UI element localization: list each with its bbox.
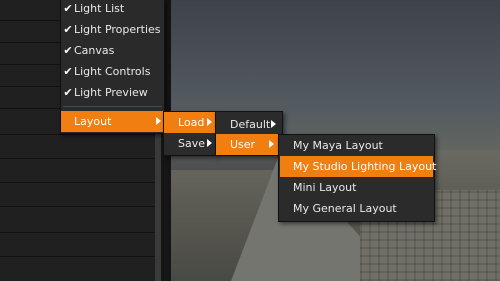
menu-item-user[interactable]: User	[216, 134, 279, 155]
menu-item-light-list[interactable]: ✔ Light List	[61, 0, 164, 19]
menu-item-label: Light List	[74, 2, 125, 15]
menu-item-label: My Maya Layout	[293, 139, 383, 152]
menu-item-label: My General Layout	[293, 202, 397, 215]
submenu-arrow-icon	[156, 117, 161, 125]
menu-item-label: Load	[178, 116, 205, 129]
menu-item-my-studio-lighting-layout[interactable]: My Studio Lighting Layout	[280, 156, 437, 177]
menu-item-label: Layout	[74, 115, 112, 128]
checkmark-icon: ✔	[63, 2, 73, 15]
checkmark-icon: ✔	[63, 86, 73, 99]
app-window: ✔ Light List ✔ Light Properties ✔ Canvas…	[0, 0, 500, 281]
menu-item-label: Default	[230, 118, 271, 131]
menu-item-mini-layout[interactable]: Mini Layout	[279, 177, 434, 198]
checkmark-icon: ✔	[63, 65, 73, 78]
menu-item-label: Canvas	[74, 44, 115, 57]
layout-submenu: Load Save	[163, 111, 217, 156]
submenu-arrow-icon	[207, 139, 212, 147]
menu-item-label: Light Controls	[74, 65, 151, 78]
menu-item-my-maya-layout[interactable]: My Maya Layout	[279, 135, 434, 156]
menu-item-canvas[interactable]: ✔ Canvas	[61, 40, 164, 61]
menu-item-label: Save	[178, 137, 206, 150]
grid-row	[0, 158, 155, 159]
load-submenu: Default User	[215, 111, 283, 156]
checkmark-icon: ✔	[63, 44, 73, 57]
window-menu: ✔ Light List ✔ Light Properties ✔ Canvas…	[60, 0, 165, 134]
menu-item-label: Mini Layout	[293, 181, 357, 194]
menu-item-label: User	[230, 138, 256, 151]
menu-item-label: My Studio Lighting Layout	[293, 160, 437, 173]
menu-item-light-properties[interactable]: ✔ Light Properties	[61, 19, 164, 40]
submenu-arrow-icon	[271, 120, 276, 128]
grid-row	[0, 206, 155, 207]
submenu-arrow-icon	[207, 118, 212, 126]
menu-item-layout[interactable]: Layout	[61, 111, 164, 132]
checkmark-icon: ✔	[63, 23, 73, 36]
grid-row	[0, 182, 155, 183]
menu-item-label: Light Preview	[74, 86, 148, 99]
menu-item-save[interactable]: Save	[164, 133, 216, 154]
menu-item-load[interactable]: Load	[164, 112, 216, 133]
grid-row	[0, 232, 155, 233]
menu-separator	[63, 106, 162, 107]
submenu-arrow-icon	[269, 140, 274, 148]
menu-item-light-controls[interactable]: ✔ Light Controls	[61, 61, 164, 82]
grid-row	[0, 134, 155, 135]
menu-item-default[interactable]: Default	[216, 114, 282, 135]
menu-item-light-preview[interactable]: ✔ Light Preview	[61, 82, 164, 103]
menu-item-my-general-layout[interactable]: My General Layout	[279, 198, 434, 219]
grid-row	[0, 256, 155, 257]
user-layouts-submenu: My Maya Layout My Studio Lighting Layout…	[278, 134, 437, 222]
menu-item-label: Light Properties	[74, 23, 161, 36]
